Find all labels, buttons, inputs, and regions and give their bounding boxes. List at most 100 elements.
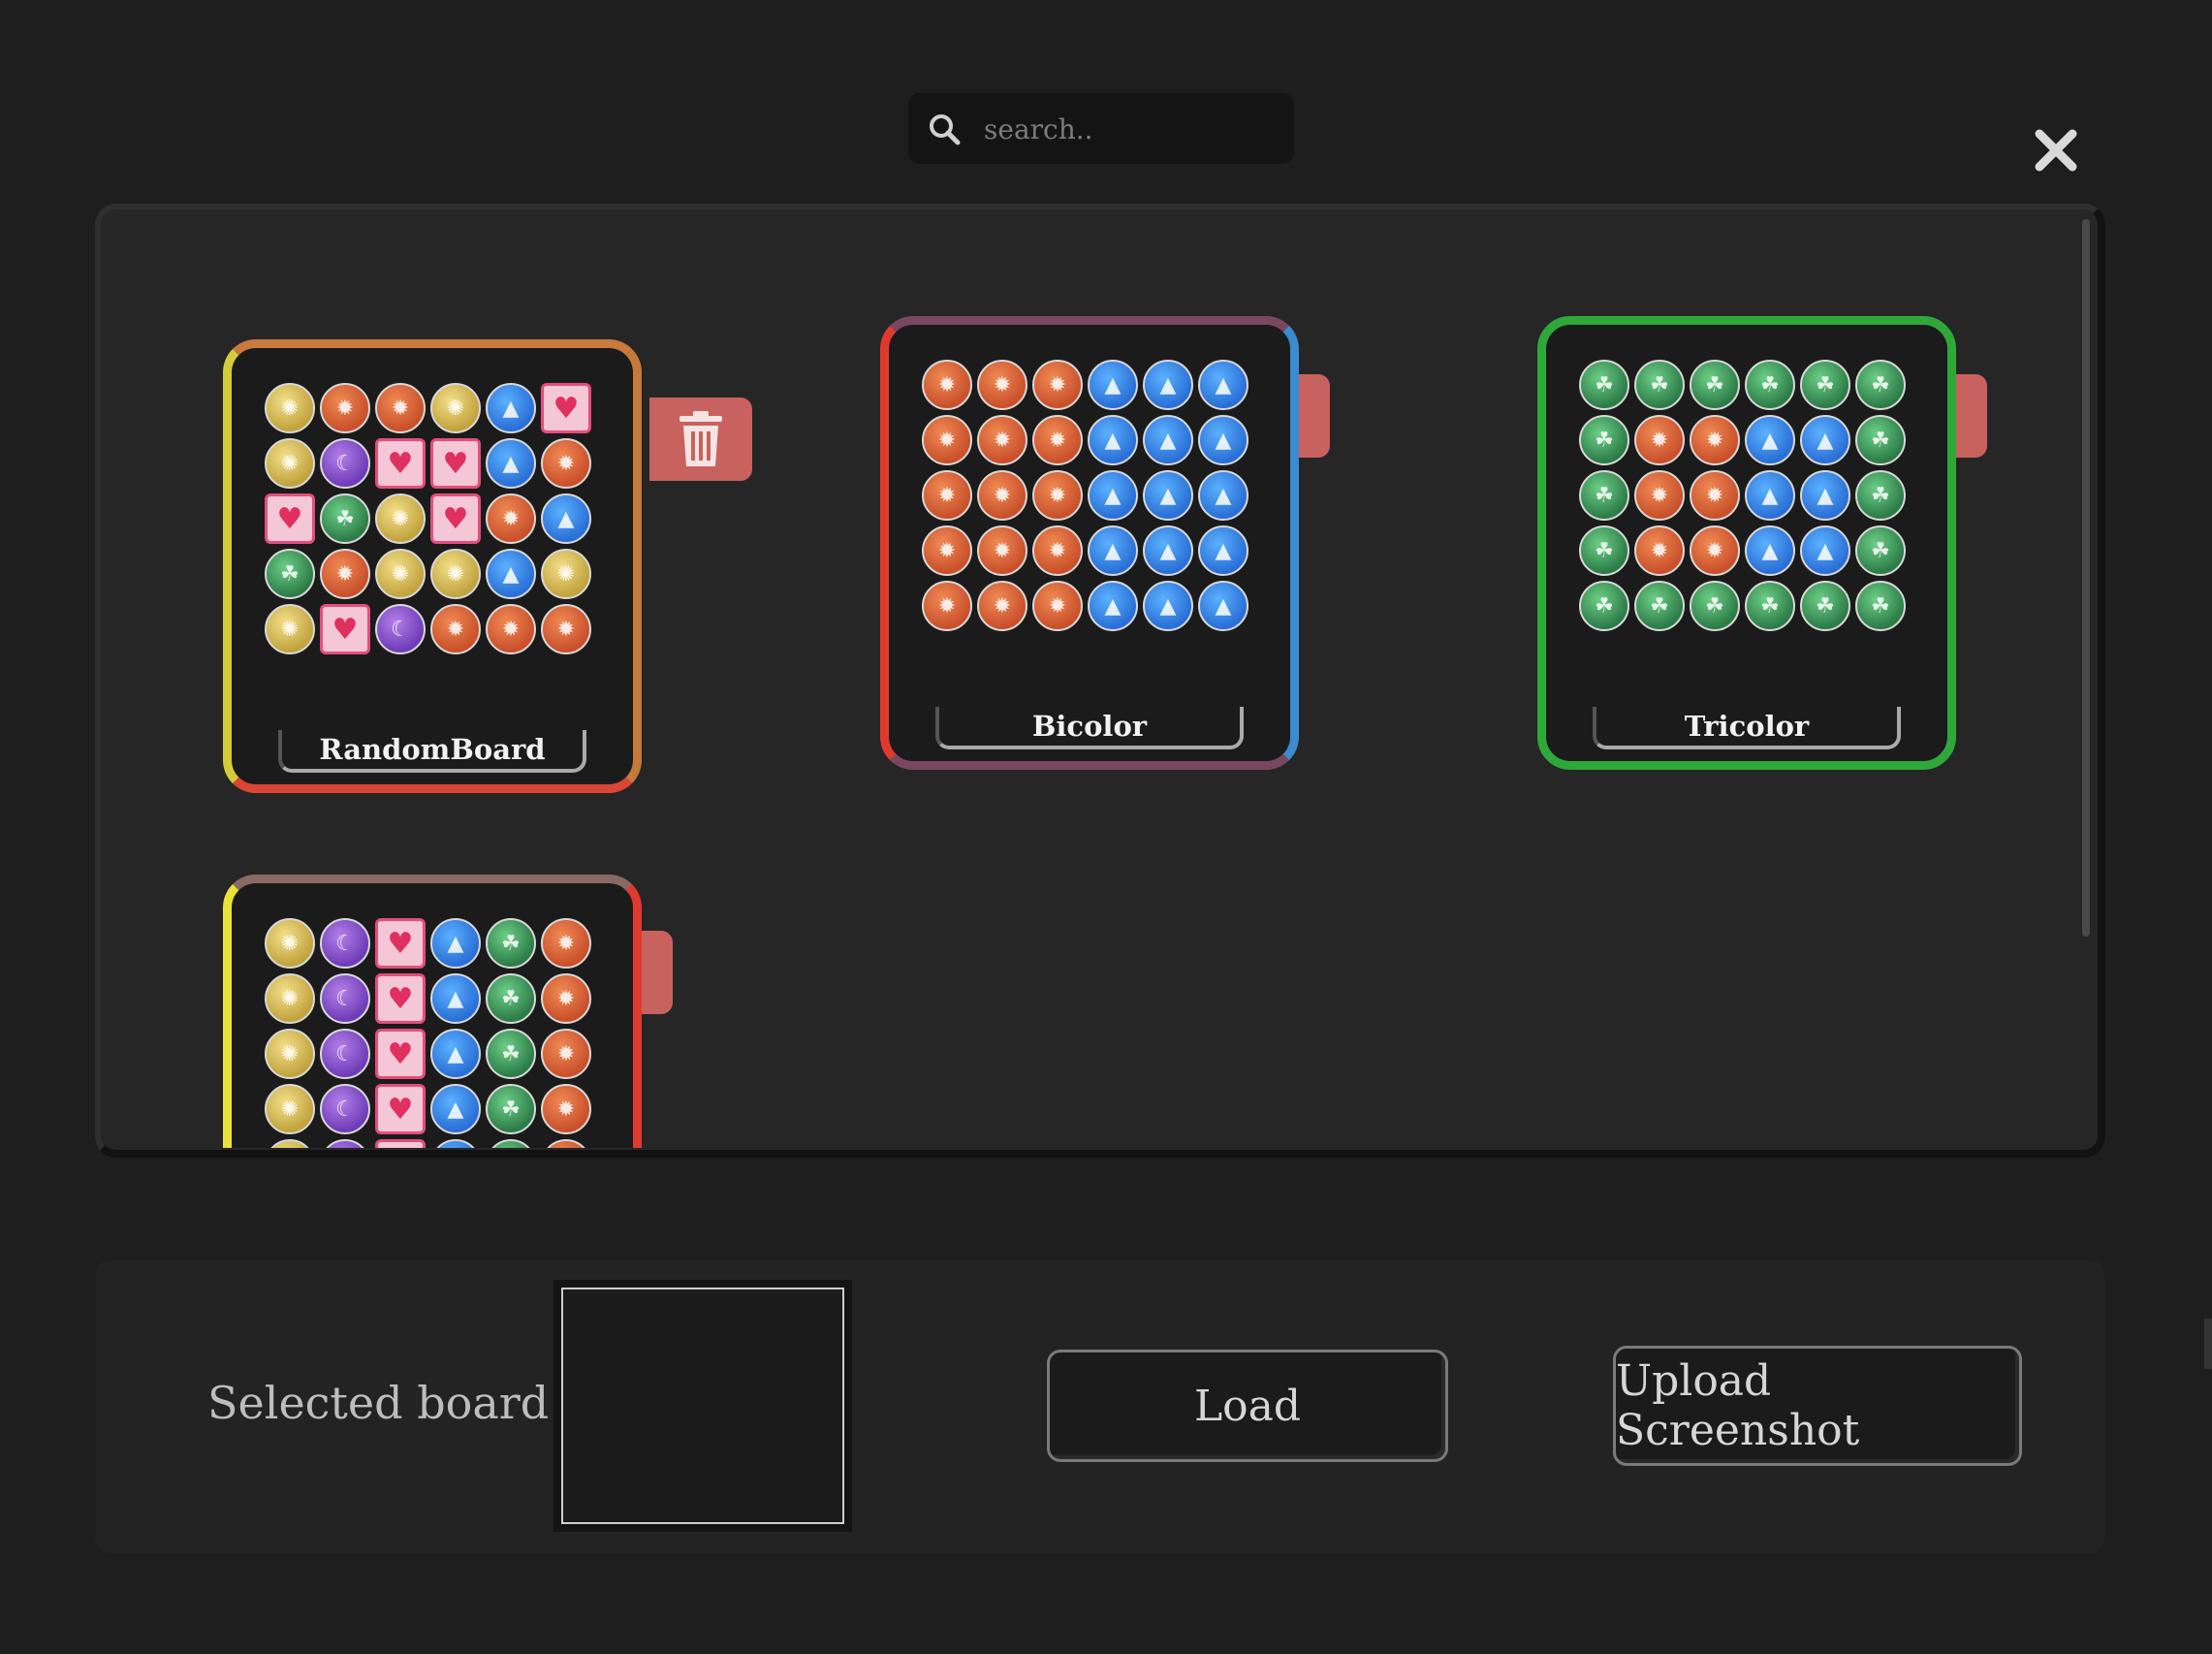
load-button[interactable]: Load xyxy=(1047,1350,1448,1462)
fire-orb-icon: ✹ xyxy=(1032,581,1083,631)
heart-orb-icon: ♥ xyxy=(375,918,426,969)
wood-orb-icon: ☘ xyxy=(486,918,536,969)
water-orb-icon: ▲ xyxy=(486,383,536,433)
delete-tab[interactable] xyxy=(642,931,673,1014)
water-orb-icon: ▲ xyxy=(486,549,536,599)
dark-orb-icon: ☾ xyxy=(320,918,370,969)
water-orb-icon: ▲ xyxy=(1800,525,1850,576)
light-orb-icon: ✺ xyxy=(430,549,481,599)
wood-orb-icon: ☘ xyxy=(1855,415,1906,465)
wood-orb-icon: ☘ xyxy=(1800,360,1850,410)
fire-orb-icon: ✹ xyxy=(1032,415,1083,465)
board-card-4[interactable]: ✺☾♥▲☘✹✺☾♥▲☘✹✺☾♥▲☘✹✺☾♥▲☘✹✺☾♥▲☘✹ xyxy=(223,875,642,1148)
fire-orb-icon: ✹ xyxy=(541,1139,591,1148)
heart-orb-icon: ♥ xyxy=(375,973,426,1024)
fire-orb-icon: ✹ xyxy=(1634,525,1685,576)
scrollbar[interactable] xyxy=(2082,219,2090,937)
wood-orb-icon: ☘ xyxy=(1579,470,1629,521)
water-orb-icon: ▲ xyxy=(430,1139,481,1148)
fire-orb-icon: ✹ xyxy=(486,493,536,544)
dark-orb-icon: ☾ xyxy=(320,1084,370,1134)
dark-orb-icon: ☾ xyxy=(375,604,426,654)
light-orb-icon: ✺ xyxy=(265,438,315,489)
edge-marker xyxy=(2204,1319,2212,1369)
dark-orb-icon: ☾ xyxy=(320,438,370,489)
delete-board-button[interactable] xyxy=(649,398,752,481)
water-orb-icon: ▲ xyxy=(430,1084,481,1134)
heart-orb-icon: ♥ xyxy=(375,1084,426,1134)
fire-orb-icon: ✹ xyxy=(922,581,972,631)
water-orb-icon: ▲ xyxy=(1198,360,1248,410)
delete-tab[interactable] xyxy=(1299,374,1330,458)
water-orb-icon: ▲ xyxy=(1088,581,1138,631)
search-icon xyxy=(930,114,961,145)
wood-orb-icon: ☘ xyxy=(486,973,536,1024)
delete-tab[interactable] xyxy=(1956,374,1987,458)
dark-orb-icon: ☾ xyxy=(320,973,370,1024)
wood-orb-icon: ☘ xyxy=(1690,581,1740,631)
wood-orb-icon: ☘ xyxy=(486,1139,536,1148)
water-orb-icon: ▲ xyxy=(1198,581,1248,631)
light-orb-icon: ✺ xyxy=(265,1139,315,1148)
water-orb-icon: ▲ xyxy=(1088,360,1138,410)
fire-orb-icon: ✹ xyxy=(977,470,1027,521)
fire-orb-icon: ✹ xyxy=(922,360,972,410)
trash-icon xyxy=(679,411,722,466)
wood-orb-icon: ☘ xyxy=(1855,360,1906,410)
search-bar[interactable] xyxy=(908,93,1294,166)
orb-grid: ☘ ☘ ☘ ☘ ☘ ☘ ☘ ✹ ✹ ▲ ▲ ☘ ☘ ✹ ✹ ▲ ▲ ☘ ☘ ✹ ✹ ▲ ▲ ☘ ☘ ☘ ☘ ☘ ☘ ☘ xyxy=(1579,360,1906,636)
fire-orb-icon: ✹ xyxy=(1690,525,1740,576)
fire-orb-icon: ✹ xyxy=(922,470,972,521)
water-orb-icon: ▲ xyxy=(486,438,536,489)
dark-orb-icon: ☾ xyxy=(320,1139,370,1148)
water-orb-icon: ▲ xyxy=(1745,415,1795,465)
fire-orb-icon: ✹ xyxy=(977,360,1027,410)
light-orb-icon: ✺ xyxy=(265,1029,315,1079)
wood-orb-icon: ☘ xyxy=(1745,581,1795,631)
board-card-tricolor[interactable]: ☘ ☘ ☘ ☘ ☘ ☘ ☘ ✹ ✹ ▲ ▲ ☘ ☘ ✹ ✹ ▲ ▲ ☘ ☘ ✹ ✹ ▲ ▲ ☘ ☘ ☘ ☘ ☘ ☘ ☘ Tricolor xyxy=(1537,316,1956,770)
fire-orb-icon: ✹ xyxy=(541,918,591,969)
card-clip: ✺☾♥▲☘✹✺☾♥▲☘✹✺☾♥▲☘✹✺☾♥▲☘✹✺☾♥▲☘✹ xyxy=(101,853,2088,1148)
water-orb-icon: ▲ xyxy=(1143,360,1193,410)
light-orb-icon: ✺ xyxy=(375,493,426,544)
water-orb-icon: ▲ xyxy=(1088,415,1138,465)
light-orb-icon: ✺ xyxy=(265,918,315,969)
board-card-bicolor[interactable]: ✹ ✹ ✹ ▲ ▲ ▲ ✹ ✹ ✹ ▲ ▲ ▲ ✹ ✹ ✹ ▲ ▲ ▲ ✹ ✹ ✹ ▲ ▲ ▲ ✹ ✹ ✹ ▲ ▲ ▲ Bicolor xyxy=(880,316,1299,770)
heart-orb-icon: ♥ xyxy=(375,1139,426,1148)
wood-orb-icon: ☘ xyxy=(1634,360,1685,410)
water-orb-icon: ▲ xyxy=(1088,470,1138,521)
water-orb-icon: ▲ xyxy=(1143,525,1193,576)
water-orb-icon: ▲ xyxy=(1198,525,1248,576)
heart-orb-icon: ♥ xyxy=(375,438,426,489)
board-card-randomboard[interactable]: ✺ ✹ ✹ ✺ ▲ ♥ ✺ ☾ ♥ ♥ ▲ ✹ ♥ ☘ ✺ ♥ ✹ ▲ ☘ ✹ ✺ ✺ ▲ ✺ ✺ ♥ ☾ ✹ ✹ ✹ RandomBoa… xyxy=(223,339,642,793)
fire-orb-icon: ✹ xyxy=(430,604,481,654)
fire-orb-icon: ✹ xyxy=(1634,470,1685,521)
fire-orb-icon: ✹ xyxy=(977,415,1027,465)
water-orb-icon: ▲ xyxy=(1088,525,1138,576)
water-orb-icon: ▲ xyxy=(1198,415,1248,465)
orb-grid: ✺ ✹ ✹ ✺ ▲ ♥ ✺ ☾ ♥ ♥ ▲ ✹ ♥ ☘ ✺ ♥ ✹ ▲ ☘ ✹ ✺ ✺ ▲ ✺ ✺ ♥ ☾ ✹ ✹ ✹ xyxy=(265,383,591,659)
fire-orb-icon: ✹ xyxy=(922,415,972,465)
heart-orb-icon: ♥ xyxy=(265,493,315,544)
wood-orb-icon: ☘ xyxy=(1745,360,1795,410)
wood-orb-icon: ☘ xyxy=(265,549,315,599)
board-name: Tricolor xyxy=(1593,707,1901,749)
light-orb-icon: ✺ xyxy=(430,383,481,433)
heart-orb-icon: ♥ xyxy=(320,604,370,654)
heart-orb-icon: ♥ xyxy=(430,493,481,544)
water-orb-icon: ▲ xyxy=(430,918,481,969)
search-input[interactable] xyxy=(982,93,1277,166)
wood-orb-icon: ☘ xyxy=(1579,360,1629,410)
fire-orb-icon: ✹ xyxy=(320,383,370,433)
fire-orb-icon: ✹ xyxy=(1032,470,1083,521)
water-orb-icon: ▲ xyxy=(1800,415,1850,465)
light-orb-icon: ✺ xyxy=(265,383,315,433)
orb-grid: ✺☾♥▲☘✹✺☾♥▲☘✹✺☾♥▲☘✹✺☾♥▲☘✹✺☾♥▲☘✹ xyxy=(265,918,591,1148)
fire-orb-icon: ✹ xyxy=(541,1029,591,1079)
water-orb-icon: ▲ xyxy=(541,493,591,544)
fire-orb-icon: ✹ xyxy=(541,1084,591,1134)
water-orb-icon: ▲ xyxy=(1143,581,1193,631)
close-icon[interactable] xyxy=(2032,126,2080,175)
upload-screenshot-button[interactable]: Upload Screenshot xyxy=(1613,1346,2022,1466)
orb-grid: ✹ ✹ ✹ ▲ ▲ ▲ ✹ ✹ ✹ ▲ ▲ ▲ ✹ ✹ ✹ ▲ ▲ ▲ ✹ ✹ ✹ ▲ ▲ ▲ ✹ ✹ ✹ ▲ ▲ ▲ xyxy=(922,360,1248,636)
